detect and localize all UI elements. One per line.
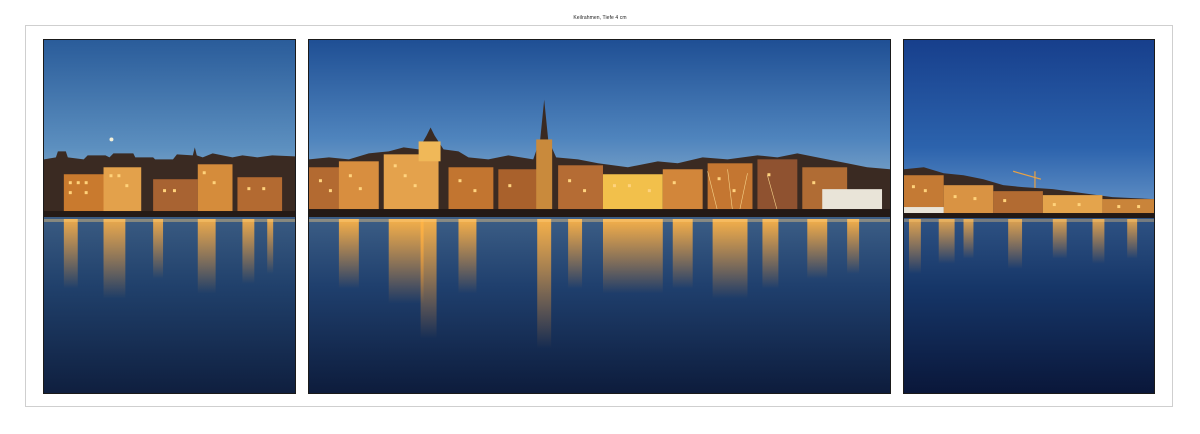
harbor-photo-right: [904, 40, 1154, 393]
harbor-photo-center: [309, 40, 890, 393]
print-preview-page: Keilrahmen, Tiefe 4 cm: [0, 0, 1200, 434]
canvas-panel-right: [903, 39, 1155, 394]
canvas-panel-left: [43, 39, 296, 394]
harbor-photo-left: [44, 40, 295, 393]
print-format-caption: Keilrahmen, Tiefe 4 cm: [573, 15, 627, 21]
canvas-panel-center: [308, 39, 891, 394]
